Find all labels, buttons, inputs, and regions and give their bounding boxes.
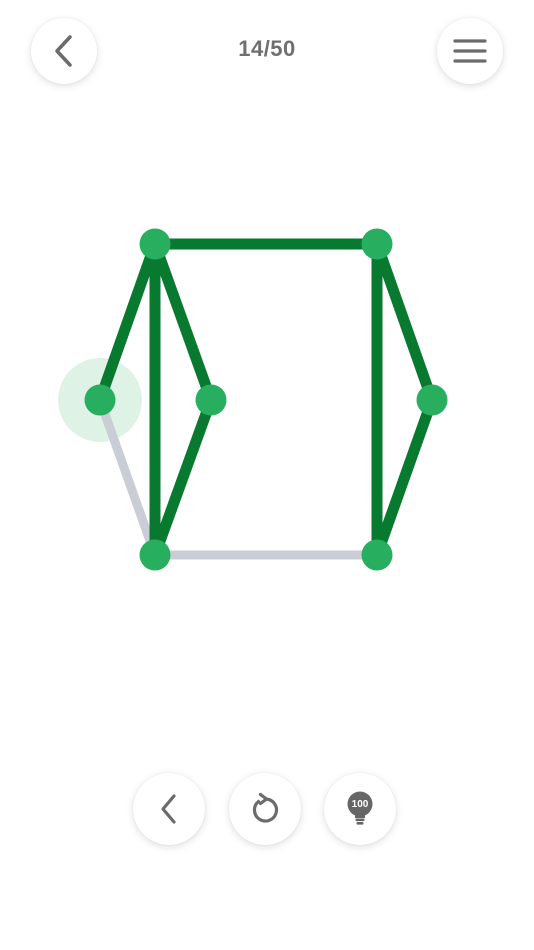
drawn-edge-mid-left-inner-bottom-left	[149, 394, 217, 561]
node-bottom-right[interactable]	[361, 539, 393, 571]
node-mid-left-outer[interactable]	[84, 384, 116, 416]
chevron-left-icon	[161, 794, 176, 824]
node-mid-right[interactable]	[416, 384, 448, 416]
restart-icon	[252, 792, 279, 823]
hint-count: 100	[351, 799, 369, 810]
undo-button[interactable]	[133, 773, 205, 845]
drawn-edge-mid-right-bottom-right	[371, 394, 438, 561]
restart-button[interactable]	[229, 773, 301, 845]
node-top-right[interactable]	[361, 228, 393, 260]
node-top-left[interactable]	[139, 228, 171, 260]
hint-button[interactable]: 100	[324, 773, 396, 845]
node-mid-left-inner[interactable]	[195, 384, 227, 416]
node-bottom-left[interactable]	[139, 539, 171, 571]
drawn-edge-top-left-mid-left-inner	[149, 238, 217, 406]
drawn-edge-top-right-mid-right	[371, 238, 438, 406]
puzzle-board[interactable]	[0, 0, 534, 720]
